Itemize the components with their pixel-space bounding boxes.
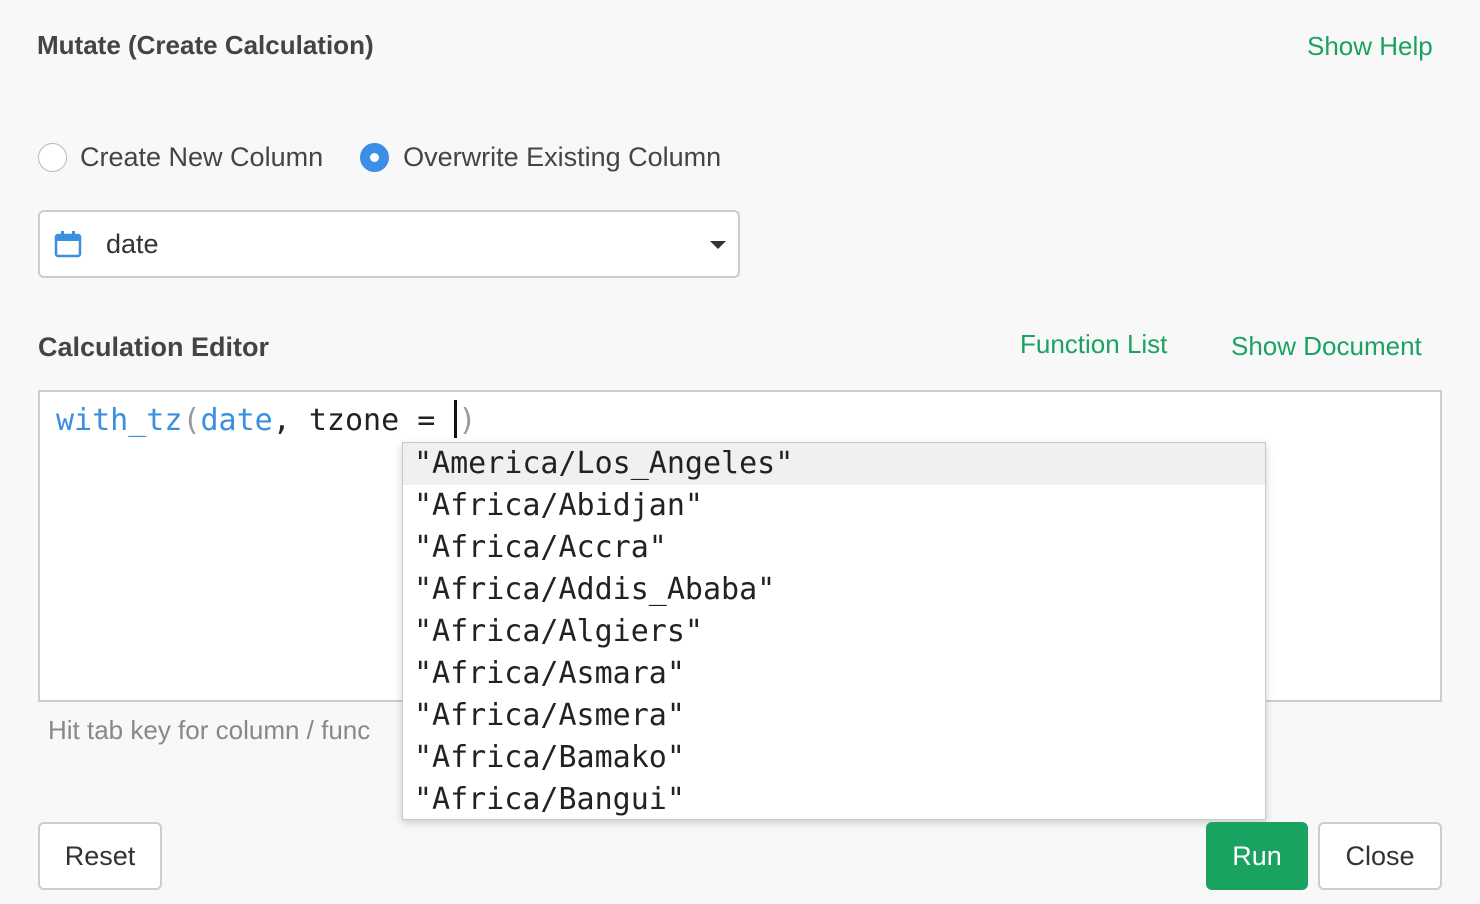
dialog-title: Mutate (Create Calculation) [37, 30, 374, 60]
chevron-down-icon [710, 241, 726, 249]
autocomplete-item[interactable]: "Africa/Asmara" [403, 653, 1265, 695]
autocomplete-item[interactable]: "Africa/Asmera" [403, 695, 1265, 737]
autocomplete-item[interactable]: "Africa/Accra" [403, 527, 1265, 569]
code-line: with_tz(date, tzone = ) [56, 400, 476, 441]
show-help-link[interactable]: Show Help [1307, 31, 1433, 62]
column-select[interactable]: date [38, 210, 740, 278]
autocomplete-popup: "America/Los_Angeles" "Africa/Abidjan" "… [402, 442, 1266, 820]
code-function-name: with_tz [56, 403, 183, 438]
autocomplete-item[interactable]: "America/Los_Angeles" [403, 443, 1265, 485]
create-new-column-label[interactable]: Create New Column [80, 142, 323, 173]
overwrite-existing-column-label[interactable]: Overwrite Existing Column [403, 142, 721, 173]
calendar-icon [54, 230, 82, 258]
close-button[interactable]: Close [1318, 822, 1442, 890]
editor-hint: Hit tab key for column / func [48, 715, 371, 745]
overwrite-existing-column-radio[interactable] [360, 143, 390, 172]
code-open-paren: ( [182, 403, 201, 438]
autocomplete-item[interactable]: "Africa/Bangui" [403, 779, 1265, 819]
code-arguments: , tzone = [272, 403, 454, 438]
autocomplete-item[interactable]: "Africa/Abidjan" [403, 485, 1265, 527]
code-column-arg: date [200, 403, 273, 438]
create-new-column-radio[interactable] [38, 143, 67, 172]
function-list-link[interactable]: Function List [1020, 329, 1167, 360]
mode-radio-group: Create New Column Overwrite Existing Col… [38, 142, 721, 173]
autocomplete-item[interactable]: "Africa/Bamako" [403, 737, 1265, 779]
show-document-link[interactable]: Show Document [1231, 331, 1422, 362]
autocomplete-item[interactable]: "Africa/Addis_Ababa" [403, 569, 1265, 611]
calculation-editor-title: Calculation Editor [38, 332, 270, 362]
run-button[interactable]: Run [1206, 822, 1308, 890]
code-close-paren: ) [458, 403, 477, 438]
column-select-value: date [106, 228, 159, 259]
reset-button[interactable]: Reset [38, 822, 162, 890]
text-cursor [454, 400, 458, 438]
autocomplete-item[interactable]: "Africa/Algiers" [403, 611, 1265, 653]
